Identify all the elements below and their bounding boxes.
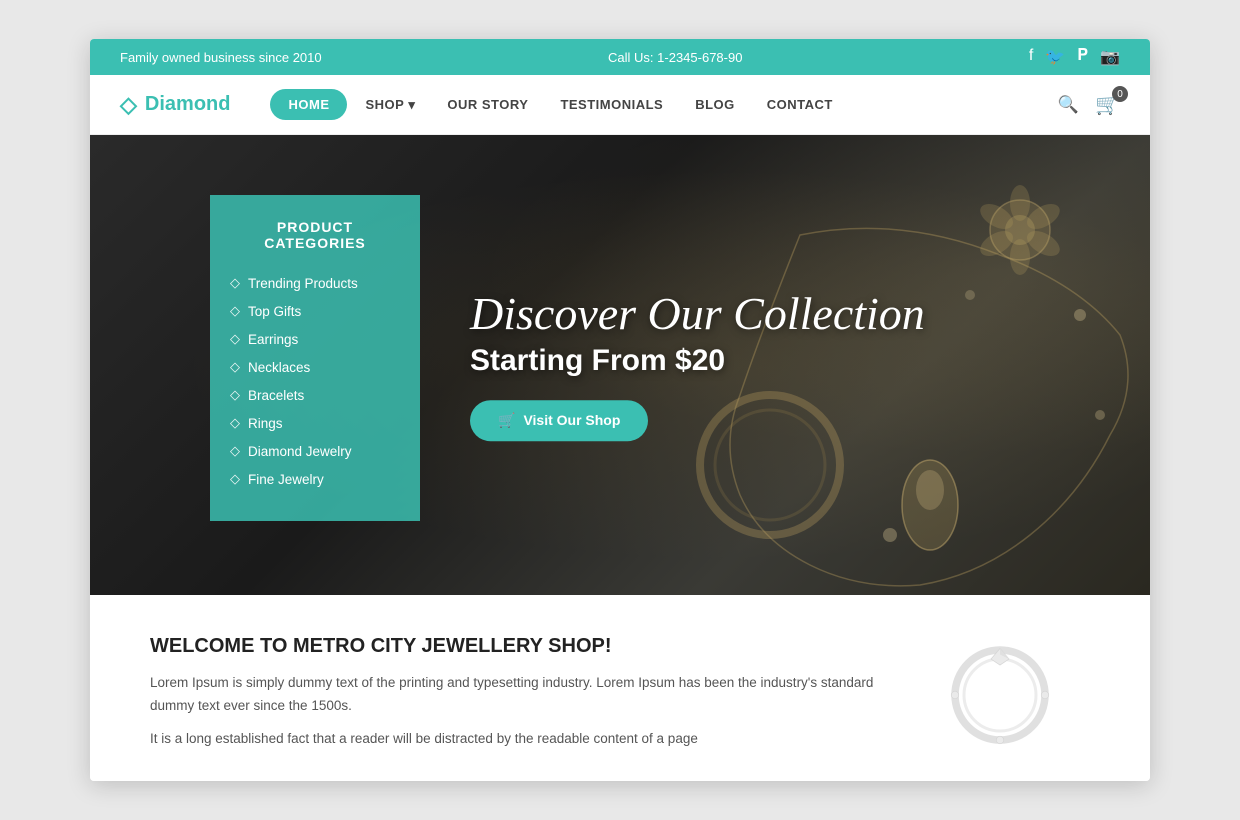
cat-necklaces[interactable]: ◇ Necklaces <box>230 353 400 381</box>
logo-name: Diamond <box>145 93 231 116</box>
welcome-title: WELCOME TO METRO CITY JEWELLERY SHOP! <box>150 635 880 658</box>
top-bar: Family owned business since 2010 Call Us… <box>90 39 1150 75</box>
nav-item-contact[interactable]: CONTACT <box>753 89 847 120</box>
visit-shop-button[interactable]: 🛒 Visit Our Shop <box>470 400 648 441</box>
welcome-image <box>910 635 1090 755</box>
cart-icon-hero: 🛒 <box>498 412 515 429</box>
cat-diamond-icon-4: ◇ <box>230 359 240 375</box>
instagram-icon[interactable]: 📷 <box>1100 47 1120 67</box>
cat-trending[interactable]: ◇ Trending Products <box>230 269 400 297</box>
logo-icon: ◇ <box>120 92 137 118</box>
cat-diamond-icon-1: ◇ <box>230 275 240 291</box>
shop-chevron-icon: ▾ <box>408 97 415 113</box>
facebook-icon[interactable]: f <box>1029 47 1033 67</box>
search-button[interactable]: 🔍 <box>1058 95 1079 115</box>
cat-diamond-icon-3: ◇ <box>230 331 240 347</box>
logo[interactable]: ◇ Diamond <box>120 92 230 118</box>
hero-text: Discover Our Collection Starting From $2… <box>470 289 925 441</box>
nav-item-our-story[interactable]: OUR STORY <box>433 89 542 120</box>
cat-bracelets[interactable]: ◇ Bracelets <box>230 381 400 409</box>
welcome-para1: Lorem Ipsum is simply dummy text of the … <box>150 672 880 718</box>
ring-decoration <box>920 635 1080 755</box>
nav-right: 🔍 🛒 0 <box>1058 92 1120 117</box>
browser-window: Family owned business since 2010 Call Us… <box>90 39 1150 781</box>
nav-links: HOME SHOP ▾ OUR STORY TESTIMONIALS BLOG … <box>270 89 1057 121</box>
nav-item-testimonials[interactable]: TESTIMONIALS <box>546 89 677 120</box>
cart-badge: 0 <box>1112 86 1128 102</box>
welcome-para2: It is a long established fact that a rea… <box>150 728 880 751</box>
cat-gifts[interactable]: ◇ Top Gifts <box>230 297 400 325</box>
social-links: f 🐦 𝐏 📷 <box>1029 47 1120 67</box>
cat-label-2: Top Gifts <box>248 304 301 319</box>
nav-item-home[interactable]: HOME <box>270 89 347 120</box>
nav-item-shop[interactable]: SHOP ▾ <box>351 89 429 121</box>
nav-item-blog[interactable]: BLOG <box>681 89 749 120</box>
pinterest-icon[interactable]: 𝐏 <box>1077 47 1088 67</box>
hero-starting-text: Starting From $20 <box>470 344 925 378</box>
cat-label-1: Trending Products <box>248 276 358 291</box>
cat-diamond-icon-5: ◇ <box>230 387 240 403</box>
welcome-text: WELCOME TO METRO CITY JEWELLERY SHOP! Lo… <box>150 635 880 761</box>
top-bar-phone: Call Us: 1-2345-678-90 <box>608 50 742 65</box>
cat-diamond-icon-8: ◇ <box>230 471 240 487</box>
nav-bar: ◇ Diamond HOME SHOP ▾ OUR STORY TESTIMON… <box>90 75 1150 135</box>
visit-shop-label: Visit Our Shop <box>523 412 620 428</box>
cat-earrings[interactable]: ◇ Earrings <box>230 325 400 353</box>
product-categories: PRODUCT CATEGORIES ◇ Trending Products ◇… <box>210 195 420 521</box>
categories-title: PRODUCT CATEGORIES <box>230 219 400 251</box>
cat-diamond-icon-2: ◇ <box>230 303 240 319</box>
cat-fine-jewelry[interactable]: ◇ Fine Jewelry <box>230 465 400 493</box>
welcome-section: WELCOME TO METRO CITY JEWELLERY SHOP! Lo… <box>90 595 1150 781</box>
cat-label-4: Necklaces <box>248 360 310 375</box>
cat-diamond-jewelry[interactable]: ◇ Diamond Jewelry <box>230 437 400 465</box>
cat-label-6: Rings <box>248 416 283 431</box>
cat-label-5: Bracelets <box>248 388 304 403</box>
hero-discover-text: Discover Our Collection <box>470 289 925 340</box>
cat-rings[interactable]: ◇ Rings <box>230 409 400 437</box>
top-bar-left-text: Family owned business since 2010 <box>120 50 322 65</box>
cat-diamond-icon-7: ◇ <box>230 443 240 459</box>
cart-button[interactable]: 🛒 0 <box>1095 92 1120 117</box>
cat-label-3: Earrings <box>248 332 298 347</box>
hero-section: PRODUCT CATEGORIES ◇ Trending Products ◇… <box>90 135 1150 595</box>
cat-diamond-icon-6: ◇ <box>230 415 240 431</box>
cat-label-7: Diamond Jewelry <box>248 444 352 459</box>
twitter-icon[interactable]: 🐦 <box>1045 47 1065 67</box>
cat-label-8: Fine Jewelry <box>248 472 324 487</box>
